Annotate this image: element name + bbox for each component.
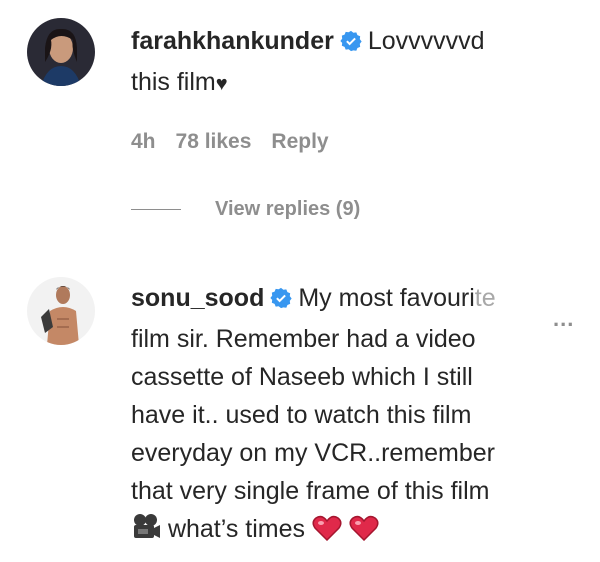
avatar[interactable]	[27, 277, 95, 345]
comment-body-line4: have it.. used to watch this film	[131, 401, 472, 429]
likes-count[interactable]: 78 likes	[176, 130, 252, 153]
comment-body-line1-fade: te	[474, 284, 496, 312]
comment-body-line5: everyday on my VCR..remember	[131, 439, 496, 467]
comment-text: sonu_sood My most favourite film sir. Rem…	[131, 279, 496, 552]
more-options-icon[interactable]: ...	[553, 306, 574, 332]
comment-body-line1: Lovvvvvvd	[367, 27, 485, 55]
comment-body-line2: film sir. Remember had a video	[131, 325, 476, 353]
timestamp[interactable]: 4h	[131, 130, 156, 153]
divider-line	[131, 209, 181, 210]
comment-meta: 4h 78 likes Reply	[131, 130, 349, 154]
comment-body-line6: that very single frame of this film	[131, 477, 490, 505]
reply-button[interactable]: Reply	[271, 130, 328, 153]
comment-body-line3: cassette of Naseeb which I still	[131, 363, 473, 391]
username[interactable]: farahkhankunder	[131, 27, 334, 55]
comment-text: farahkhankunder Lovvvvvvd this film♥	[131, 22, 485, 103]
verified-badge-icon	[340, 25, 362, 63]
heart-icon	[349, 514, 379, 552]
username[interactable]: sonu_sood	[131, 284, 264, 312]
verified-badge-icon	[270, 282, 292, 320]
heart-icon: ♥	[215, 73, 228, 95]
comment-body-line1: My most favouri	[298, 284, 475, 312]
camera-icon	[131, 513, 161, 552]
comment-body-line2: this film	[131, 68, 216, 96]
heart-icon	[312, 514, 342, 552]
comment-body-line7: what’s times	[161, 515, 312, 543]
view-replies-label: View replies (9)	[215, 198, 361, 220]
avatar[interactable]	[27, 18, 95, 86]
view-replies-button[interactable]: View replies (9)	[131, 198, 360, 221]
